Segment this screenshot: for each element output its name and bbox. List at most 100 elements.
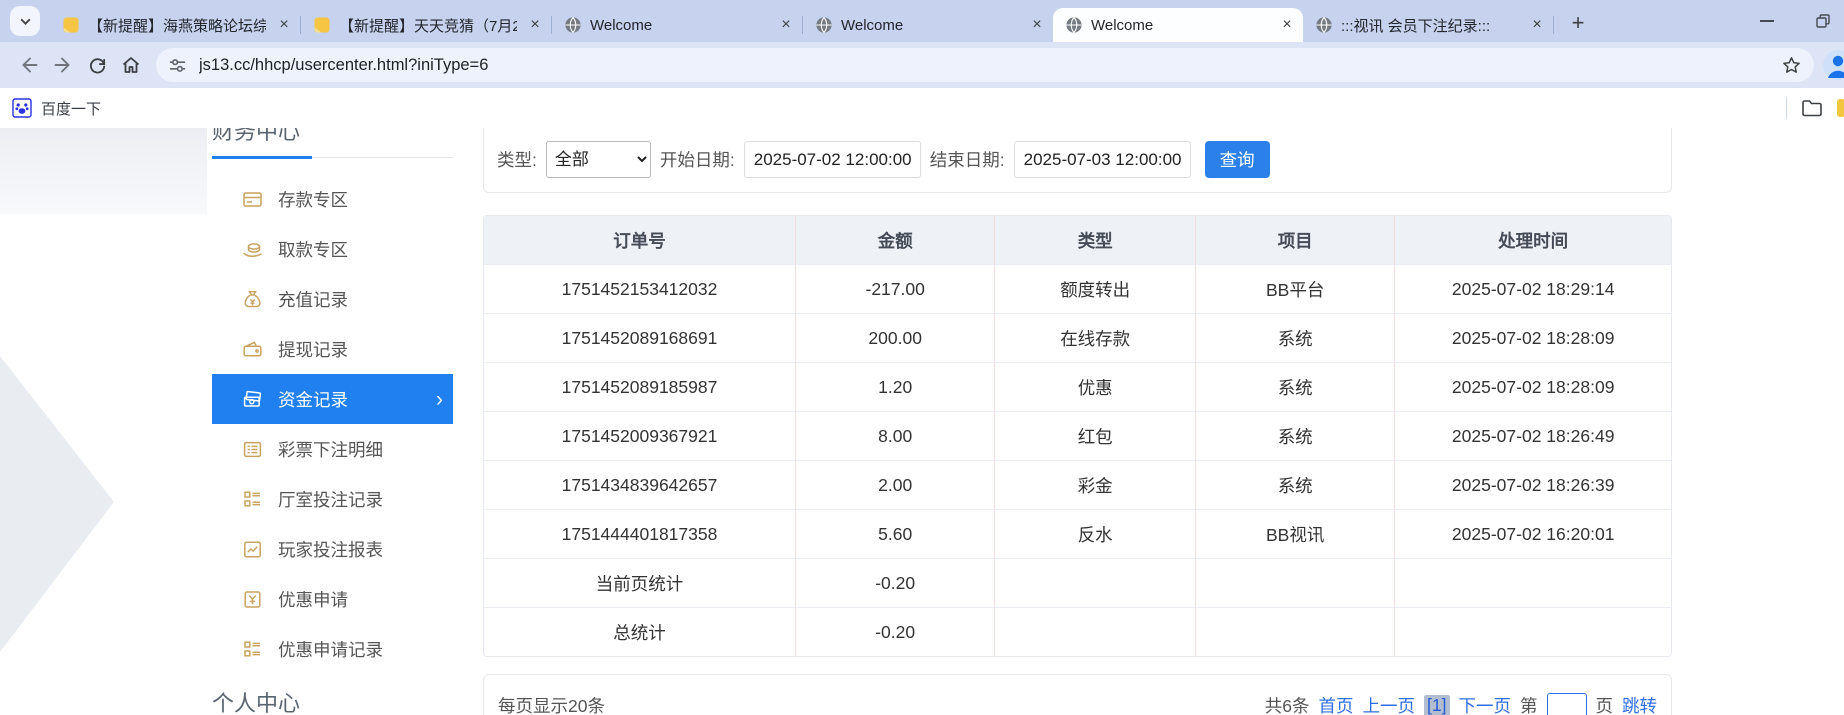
prev-page-link[interactable]: 上一页: [1363, 693, 1416, 715]
sidebar-item-7[interactable]: 玩家投注报表›: [212, 524, 453, 574]
table-header-cell: 订单号: [484, 216, 795, 264]
table-cell: 1751444401817358: [484, 509, 795, 558]
table-summary-cell: [1394, 558, 1671, 607]
sidebar-item-0[interactable]: 存款专区›: [212, 174, 453, 224]
table-summary-cell: [1195, 558, 1394, 607]
deposit-card-icon: [242, 189, 263, 210]
browser-tab[interactable]: Welcome ×: [552, 8, 802, 42]
sidebar: 财务中心 存款专区›取款专区›充值记录›提现记录›资金记录›彩票下注明细›厅室投…: [212, 128, 453, 715]
jump-page-input[interactable]: [1547, 693, 1587, 715]
table-cell: 8.00: [795, 411, 994, 460]
table-cell: 2025-07-02 18:26:49: [1394, 411, 1671, 460]
sidebar-item-label: 厅室投注记录: [278, 487, 383, 512]
first-page-link[interactable]: 首页: [1319, 693, 1354, 715]
tab-close-icon[interactable]: ×: [776, 16, 796, 34]
tab-close-icon[interactable]: ×: [1277, 16, 1297, 34]
tab-title: 【新提醒】海燕策略论坛综: [88, 15, 266, 36]
tab-close-icon[interactable]: ×: [274, 16, 294, 34]
browser-tab[interactable]: :::视讯 会员下注纪录:::×: [1303, 8, 1553, 42]
bookmark-star-icon[interactable]: [1781, 55, 1802, 76]
restore-icon[interactable]: [1816, 14, 1830, 28]
cut-bookmark-icon[interactable]: [1837, 99, 1844, 117]
next-page-link[interactable]: 下一页: [1459, 693, 1512, 715]
table-cell: 1751452153412032: [484, 264, 795, 313]
forward-icon[interactable]: [46, 48, 80, 82]
tab-title: Welcome: [1091, 17, 1269, 34]
start-date-label: 开始日期:: [660, 147, 735, 172]
sidebar-item-5[interactable]: 彩票下注明细›: [212, 424, 453, 474]
tab-title: Welcome: [841, 17, 1019, 34]
home-icon[interactable]: [114, 48, 148, 82]
bookmarks-folder-icon[interactable]: [1801, 98, 1823, 118]
sidebar-item-9[interactable]: 优惠申请记录›: [212, 624, 453, 674]
records-table: 订单号金额类型项目处理时间1751452153412032-217.00额度转出…: [483, 215, 1672, 657]
sidebar-section-title: 财务中心: [212, 128, 453, 146]
coupon-icon: [242, 589, 263, 610]
doc-yellow-icon: [313, 16, 331, 34]
table-summary-row: 当前页统计-0.20: [484, 558, 1671, 607]
sidebar-item-1[interactable]: 取款专区›: [212, 224, 453, 274]
site-info-icon[interactable]: [168, 56, 187, 75]
url-text[interactable]: js13.cc/hhcp/usercenter.html?iniType=6: [199, 56, 1769, 75]
browser-tab[interactable]: 【新提醒】海燕策略论坛综 ×: [50, 8, 300, 42]
table-row: 17514520093679218.00红包系统2025-07-02 18:26…: [484, 411, 1671, 460]
browser-tab[interactable]: 【新提醒】天天竞猜（7月2 ×: [301, 8, 551, 42]
tab-title: Welcome: [590, 17, 768, 34]
tab-close-icon[interactable]: ×: [525, 16, 545, 34]
browser-tab[interactable]: Welcome ×: [1053, 8, 1303, 42]
table-row: 17514520891859871.20优惠系统2025-07-02 18:28…: [484, 362, 1671, 411]
sidebar-item-label: 取款专区: [278, 237, 348, 262]
type-select[interactable]: 全部: [546, 141, 651, 178]
tab-title: 【新提醒】天天竞猜（7月2: [339, 15, 517, 36]
sidebar-item-2[interactable]: 充值记录›: [212, 274, 453, 324]
money-bag-icon: [242, 289, 263, 310]
baidu-paw-icon: [12, 98, 32, 118]
current-page-badge[interactable]: [1]: [1424, 695, 1449, 715]
table-summary-cell: [994, 558, 1195, 607]
query-button[interactable]: 查询: [1205, 141, 1270, 178]
sidebar-menu: 存款专区›取款专区›充值记录›提现记录›资金记录›彩票下注明细›厅室投注记录›玩…: [212, 174, 453, 674]
tab-close-icon[interactable]: ×: [1027, 16, 1047, 34]
table-summary-cell: -0.20: [795, 607, 994, 656]
window-controls: [1760, 14, 1838, 28]
browser-tab[interactable]: Welcome ×: [803, 8, 1053, 42]
table-cell: 反水: [994, 509, 1195, 558]
sidebar-item-3[interactable]: 提现记录›: [212, 324, 453, 374]
table-summary-cell: [994, 607, 1195, 656]
jump-button[interactable]: 跳转: [1622, 693, 1657, 715]
new-tab-button[interactable]: +: [1566, 10, 1590, 36]
profile-avatar[interactable]: [1822, 49, 1844, 81]
sidebar-item-label: 存款专区: [278, 187, 348, 212]
tab-strip-tabs: 【新提醒】海燕策略论坛综×【新提醒】天天竞猜（7月2×Welcome×Welco…: [50, 8, 1553, 42]
reload-icon[interactable]: [80, 48, 114, 82]
sidebar-item-6[interactable]: 厅室投注记录›: [212, 474, 453, 524]
tab-close-icon[interactable]: ×: [1527, 16, 1547, 34]
start-date-input[interactable]: [744, 141, 921, 178]
report-chart-icon: [242, 539, 263, 560]
sidebar-item-8[interactable]: 优惠申请›: [212, 574, 453, 624]
wallet-icon: [242, 339, 263, 360]
table-cell: 系统: [1195, 411, 1394, 460]
tab-search-button[interactable]: [10, 6, 40, 36]
table-row: 17514348396426572.00彩金系统2025-07-02 18:26…: [484, 460, 1671, 509]
page-size-text: 每页显示20条: [498, 693, 605, 715]
table-cell: 1751434839642657: [484, 460, 795, 509]
sidebar-section-personal: 个人中心: [212, 686, 453, 715]
table-header-cell: 金额: [795, 216, 994, 264]
table-summary-row: 总统计-0.20: [484, 607, 1671, 656]
table-cell: 在线存款: [994, 313, 1195, 362]
bookmark-baidu[interactable]: 百度一下: [12, 98, 101, 119]
url-bar[interactable]: js13.cc/hhcp/usercenter.html?iniType=6: [156, 48, 1814, 82]
total-count-text: 共6条: [1265, 693, 1310, 715]
globe-icon: [1315, 16, 1333, 34]
pagination-controls: 共6条 首页 上一页 [1] 下一页 第 页 跳转: [1265, 693, 1657, 715]
minimize-icon[interactable]: [1760, 20, 1774, 22]
table-cell: 2025-07-02 18:28:09: [1394, 313, 1671, 362]
table-cell: BB视讯: [1195, 509, 1394, 558]
back-icon[interactable]: [12, 48, 46, 82]
end-date-input[interactable]: [1014, 141, 1191, 178]
doc-yellow-icon: [62, 16, 80, 34]
sidebar-item-4[interactable]: 资金记录›: [212, 374, 453, 424]
tab-separator: [1553, 16, 1554, 34]
table-cell: 200.00: [795, 313, 994, 362]
